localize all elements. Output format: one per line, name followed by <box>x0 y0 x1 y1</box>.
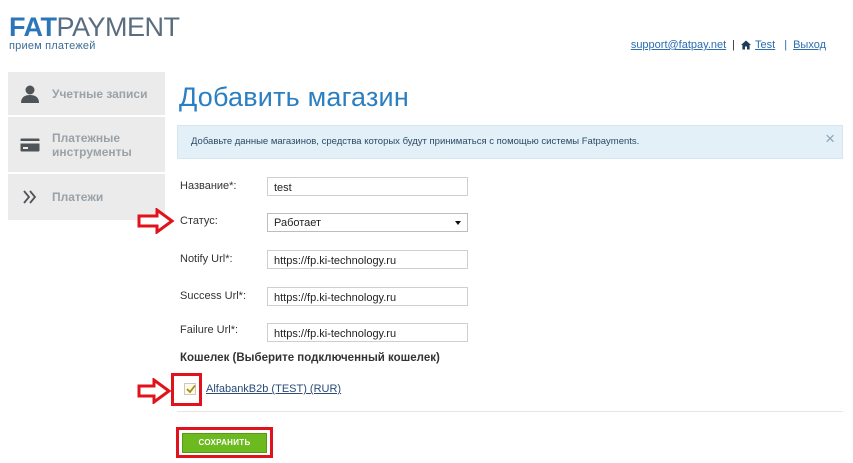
name-label: Название*: <box>180 180 237 192</box>
double-chevron-right-icon <box>8 190 52 204</box>
home-icon <box>741 40 752 50</box>
notify-url-field[interactable] <box>267 250 468 269</box>
sidebar: Учетные записи Платежные инструменты Пла… <box>8 72 165 222</box>
wallet-option-link[interactable]: AlfabankB2b (TEST) (RUR) <box>206 383 341 395</box>
annotation-arrow-status <box>137 208 175 234</box>
failure-url-label: Failure Url*: <box>180 324 239 336</box>
info-banner: Добавьте данные магазинов, средства кото… <box>177 125 843 159</box>
wallet-section-title: Кошелек (Выберите подключенный кошелек) <box>180 352 440 364</box>
info-text: Добавьте данные магазинов, средства кото… <box>191 136 640 147</box>
logo-payment: PAYMENT <box>56 12 181 42</box>
chevron-down-icon <box>455 221 461 225</box>
status-selected-value: Работает <box>274 217 322 229</box>
support-email-link[interactable]: support@fatpay.net <box>631 39 726 51</box>
card-icon <box>8 138 52 152</box>
notify-url-label: Notify Url*: <box>180 253 233 265</box>
failure-url-field[interactable] <box>267 323 468 342</box>
logo-fat: FAT <box>9 12 57 42</box>
logo[interactable]: FATPAYMENT прием платежей <box>9 14 180 53</box>
success-url-label: Success Url*: <box>180 290 247 302</box>
logout-link[interactable]: Выход <box>793 39 826 51</box>
page: FATPAYMENT прием платежей support@fatpay… <box>0 0 853 463</box>
divider <box>177 411 843 412</box>
success-url-field[interactable] <box>267 287 468 306</box>
name-field[interactable] <box>267 177 468 196</box>
user-link[interactable]: Test <box>755 39 775 51</box>
user-icon <box>8 84 52 104</box>
close-icon[interactable]: × <box>825 130 835 147</box>
top-nav: support@fatpay.net | Test | Выход <box>631 39 826 51</box>
sidebar-item-label: Платежные инструменты <box>52 130 132 159</box>
status-select[interactable]: Работает <box>267 213 468 232</box>
page-title: Добавить магазин <box>179 82 409 112</box>
sidebar-item-label: Платежи <box>52 190 104 204</box>
annotation-arrow-checkbox <box>137 378 171 404</box>
sidebar-item-accounts[interactable]: Учетные записи <box>8 72 165 117</box>
annotation-box-checkbox <box>171 373 202 406</box>
nav-separator: | <box>732 39 736 51</box>
sidebar-item-label: Учетные записи <box>52 86 148 101</box>
nav-separator-2: | <box>784 39 788 51</box>
annotation-box-save <box>176 427 273 458</box>
logo-wordmark: FATPAYMENT <box>9 14 180 41</box>
status-label: Статус: <box>180 215 218 227</box>
sidebar-item-payment-tools[interactable]: Платежные инструменты <box>8 117 165 174</box>
